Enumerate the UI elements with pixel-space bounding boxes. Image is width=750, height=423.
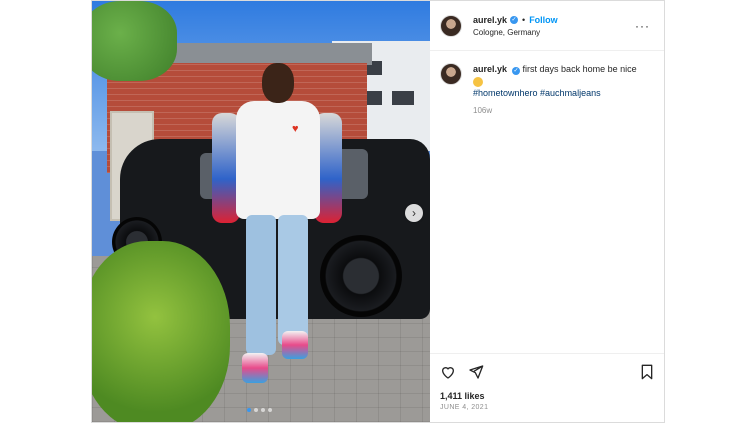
caption: aurel.yk ✓ first days back home be nice #… (430, 51, 664, 117)
username-link[interactable]: aurel.yk (473, 15, 507, 25)
smiling-emoji-icon (473, 76, 483, 87)
person-figure: ♥ (212, 63, 342, 393)
verified-badge-icon: ✓ (510, 15, 519, 24)
post-media[interactable]: ♥ › (92, 1, 430, 422)
caption-username-link[interactable]: aurel.yk (473, 64, 507, 74)
follow-button[interactable]: Follow (529, 15, 558, 25)
white-shirt: ♥ (236, 101, 320, 219)
caption-text: first days back home be nice (522, 64, 637, 74)
heart-icon[interactable] (440, 364, 456, 385)
carousel-dot-active (247, 408, 251, 412)
avatar[interactable] (440, 14, 462, 37)
post-sidebar: aurel.yk ✓ • Follow Cologne, Germany ···… (430, 1, 664, 422)
post-card: ♥ › aurel.yk ✓ • Follow Cologne, Germany… (91, 0, 665, 423)
location-link[interactable]: Cologne, Germany (473, 28, 558, 37)
verified-badge-icon: ✓ (512, 67, 521, 75)
more-options-icon[interactable]: ··· (635, 19, 650, 33)
carousel-dot (261, 408, 265, 412)
caption-avatar[interactable] (440, 63, 462, 85)
carousel-dot (254, 408, 258, 412)
post-actions: 1,411 likes JUNE 4, 2021 (430, 353, 664, 411)
caption-body: aurel.yk ✓ first days back home be nice #… (473, 63, 643, 117)
jeans-right (278, 215, 308, 345)
sneaker-right (282, 331, 308, 359)
likes-count[interactable]: 1,411 likes (440, 391, 654, 401)
head (262, 63, 294, 103)
header-text: aurel.yk ✓ • Follow Cologne, Germany (473, 15, 558, 37)
carousel-dot (268, 408, 272, 412)
post-date: JUNE 4, 2021 (440, 404, 489, 411)
next-slide-button[interactable]: › (405, 204, 423, 222)
separator: • (522, 14, 526, 25)
carousel-indicator (247, 408, 272, 412)
jeans-left (246, 215, 276, 355)
time-ago: 106w (473, 106, 493, 115)
hashtag-links[interactable]: #hometownhero #auchmaljeans (473, 88, 601, 98)
tree-foliage (92, 1, 177, 81)
green-bush (92, 241, 230, 422)
sneaker-left (242, 353, 268, 383)
heart-logo-icon: ♥ (292, 123, 299, 135)
post-header: aurel.yk ✓ • Follow Cologne, Germany ··· (430, 1, 664, 51)
bookmark-icon[interactable] (640, 364, 654, 385)
send-icon[interactable] (468, 364, 484, 385)
